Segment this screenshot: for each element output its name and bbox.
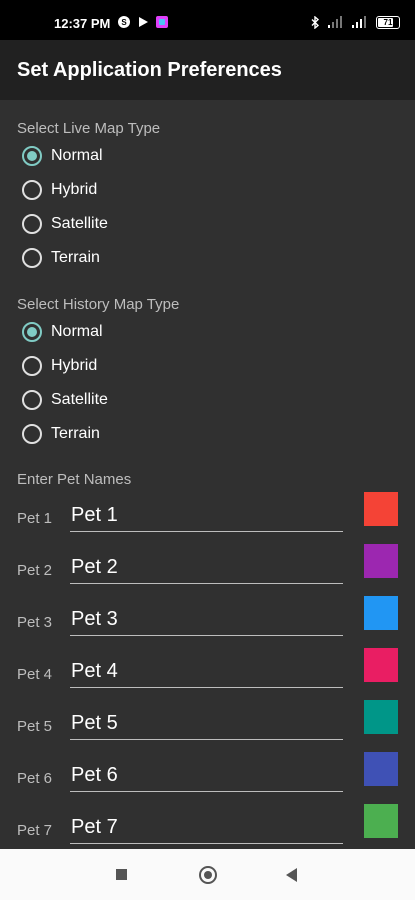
system-nav-bar [0,849,415,900]
live-map-option-terrain[interactable]: Terrain [22,245,100,271]
pet-label: Pet 7 [17,822,53,839]
battery-level: 71 [383,17,393,27]
pet-name-input[interactable] [70,552,343,584]
radio-unchecked-icon[interactable] [22,356,42,376]
pet-label: Pet 3 [17,614,53,631]
radio-unchecked-icon[interactable] [22,424,42,444]
pet-name-input[interactable] [70,500,343,532]
live-map-option-hybrid[interactable]: Hybrid [22,177,97,203]
pet-color-swatch[interactable] [364,700,398,734]
pet-color-swatch[interactable] [364,544,398,578]
pet-color-swatch[interactable] [364,752,398,786]
pet-row-3: Pet 3 [0,596,415,656]
history-map-label: Select History Map Type [17,296,180,313]
pet-row-2: Pet 2 [0,544,415,604]
live-map-option-normal[interactable]: Normal [22,143,103,169]
app-bar: Set Application Preferences [0,40,415,100]
pet-name-input[interactable] [70,604,343,636]
history-map-option-satellite[interactable]: Satellite [22,387,108,413]
pet-label: Pet 6 [17,770,53,787]
signal-icon [328,16,342,28]
radio-label: Satellite [51,215,108,232]
pet-row-1: Pet 1 [0,492,415,552]
radio-unchecked-icon[interactable] [22,390,42,410]
radio-checked-icon[interactable] [22,146,42,166]
pet-label: Pet 4 [17,666,53,683]
status-time: 12:37 PM [54,16,111,31]
history-map-option-hybrid[interactable]: Hybrid [22,353,97,379]
recents-icon[interactable] [116,869,127,880]
history-map-option-normal[interactable]: Normal [22,319,103,345]
status-bar: 12:37 PM S 71 [0,0,415,40]
live-map-label: Select Live Map Type [17,120,161,137]
radio-label: Terrain [51,249,100,266]
radio-unchecked-icon[interactable] [22,214,42,234]
page-title: Set Application Preferences [17,59,282,81]
pet-color-swatch[interactable] [364,804,398,838]
pet-name-input[interactable] [70,760,343,792]
radio-label: Normal [51,323,103,340]
pet-row-4: Pet 4 [0,648,415,708]
radio-unchecked-icon[interactable] [22,248,42,268]
pet-color-swatch[interactable] [364,492,398,526]
radio-label: Satellite [51,391,108,408]
pet-name-input[interactable] [70,708,343,740]
radio-checked-icon[interactable] [22,322,42,342]
history-map-option-terrain[interactable]: Terrain [22,421,100,447]
radio-unchecked-icon[interactable] [22,180,42,200]
battery-icon: 71 [376,15,400,29]
app-icon [156,16,168,28]
svg-text:S: S [121,18,127,27]
pet-color-swatch[interactable] [364,596,398,630]
radio-label: Hybrid [51,357,98,374]
status-right: 71 [311,14,400,30]
back-icon[interactable] [286,868,297,882]
pet-label: Pet 5 [17,718,53,735]
pet-name-input[interactable] [70,812,343,844]
pet-color-swatch[interactable] [364,648,398,682]
pet-row-6: Pet 6 [0,752,415,812]
radio-label: Hybrid [51,181,98,198]
pet-label: Pet 2 [17,562,53,579]
pet-name-input[interactable] [70,656,343,688]
pet-names-label: Enter Pet Names [17,471,132,488]
live-map-option-satellite[interactable]: Satellite [22,211,108,237]
signal-icon [352,16,366,28]
radio-label: Terrain [51,425,100,442]
skype-icon: S [118,16,130,28]
play-icon [139,17,148,27]
pet-row-5: Pet 5 [0,700,415,760]
bluetooth-icon [311,15,320,29]
home-icon[interactable] [199,866,217,884]
pet-label: Pet 1 [17,510,53,527]
radio-label: Normal [51,147,103,164]
